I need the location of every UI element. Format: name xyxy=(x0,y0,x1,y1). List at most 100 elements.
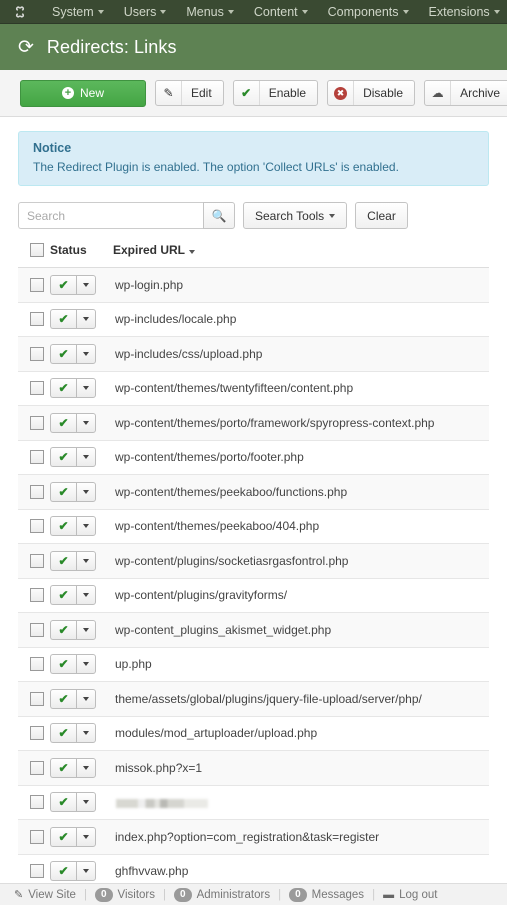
row-checkbox[interactable] xyxy=(30,657,44,672)
status-dropdown-button[interactable] xyxy=(76,654,96,675)
administrators-status[interactable]: 0 Administrators xyxy=(168,887,276,902)
messages-status[interactable]: 0 Messages xyxy=(283,887,370,902)
menu-item-components[interactable]: Components xyxy=(318,0,419,23)
chevron-down-icon xyxy=(83,386,89,391)
search-input[interactable] xyxy=(18,202,203,229)
status-dropdown-button[interactable] xyxy=(76,550,96,571)
status-enabled-button[interactable]: ✔ xyxy=(50,619,76,640)
row-expired-url-cell[interactable] xyxy=(113,785,489,820)
edit-button[interactable]: ✎ Edit xyxy=(155,80,224,106)
menu-item-users[interactable]: Users xyxy=(114,0,177,23)
menu-item-content[interactable]: Content xyxy=(244,0,318,23)
status-dropdown-button[interactable] xyxy=(76,585,96,606)
status-enabled-button[interactable]: ✔ xyxy=(50,343,76,364)
row-checkbox[interactable] xyxy=(30,553,44,568)
status-dropdown-button[interactable] xyxy=(76,757,96,778)
row-checkbox[interactable] xyxy=(30,519,44,534)
new-button[interactable]: + New xyxy=(20,79,146,107)
row-checkbox[interactable] xyxy=(30,795,44,810)
status-enabled-button[interactable]: ✔ xyxy=(50,757,76,778)
row-checkbox[interactable] xyxy=(30,484,44,499)
status-enabled-button[interactable]: ✔ xyxy=(50,378,76,399)
menu-item-extensions[interactable]: Extensions xyxy=(419,0,507,23)
row-expired-url-cell[interactable]: wp-login.php xyxy=(113,268,489,303)
status-dropdown-button[interactable] xyxy=(76,619,96,640)
select-all-checkbox[interactable] xyxy=(30,243,44,257)
expired-url-text: index.php?option=com_registration&task=r… xyxy=(115,829,380,844)
status-enabled-button[interactable]: ✔ xyxy=(50,550,76,571)
row-select-cell xyxy=(18,647,50,682)
status-dropdown-button[interactable] xyxy=(76,516,96,537)
row-expired-url-cell[interactable]: wp-content_plugins_akismet_widget.php xyxy=(113,613,489,648)
menu-item-system[interactable]: System xyxy=(42,0,114,23)
row-checkbox[interactable] xyxy=(30,726,44,741)
row-expired-url-cell[interactable]: index.php?option=com_registration&task=r… xyxy=(113,820,489,855)
row-expired-url-cell[interactable]: wp-content/themes/porto/framework/spyrop… xyxy=(113,406,489,441)
row-checkbox[interactable] xyxy=(30,312,44,327)
status-enabled-button[interactable]: ✔ xyxy=(50,309,76,330)
status-enabled-button[interactable]: ✔ xyxy=(50,481,76,502)
status-enabled-button[interactable]: ✔ xyxy=(50,723,76,744)
status-dropdown-button[interactable] xyxy=(76,481,96,502)
row-checkbox[interactable] xyxy=(30,760,44,775)
disable-button[interactable]: ✖ Disable xyxy=(327,80,416,106)
logout-link[interactable]: ▬ Log out xyxy=(377,889,443,901)
row-checkbox[interactable] xyxy=(30,415,44,430)
archive-button[interactable]: ☁ Archive xyxy=(424,80,507,106)
row-checkbox[interactable] xyxy=(30,691,44,706)
row-expired-url-cell[interactable]: wp-content/themes/peekaboo/functions.php xyxy=(113,475,489,510)
status-enabled-button[interactable]: ✔ xyxy=(50,516,76,537)
status-dropdown-button[interactable] xyxy=(76,343,96,364)
status-enabled-button[interactable]: ✔ xyxy=(50,274,76,295)
status-dropdown-button[interactable] xyxy=(76,447,96,468)
status-dropdown-button[interactable] xyxy=(76,378,96,399)
row-expired-url-cell[interactable]: wp-content/themes/twentyfifteen/content.… xyxy=(113,371,489,406)
status-enabled-button[interactable]: ✔ xyxy=(50,688,76,709)
search-tools-button[interactable]: Search Tools xyxy=(243,202,348,229)
row-expired-url-cell[interactable]: missok.php?x=1 xyxy=(113,751,489,786)
row-expired-url-cell[interactable]: theme/assets/global/plugins/jquery-file-… xyxy=(113,682,489,717)
status-enabled-button[interactable]: ✔ xyxy=(50,826,76,847)
status-dropdown-button[interactable] xyxy=(76,826,96,847)
row-checkbox[interactable] xyxy=(30,346,44,361)
status-enabled-button[interactable]: ✔ xyxy=(50,861,76,882)
status-dropdown-button[interactable] xyxy=(76,309,96,330)
menu-item-label: System xyxy=(52,4,94,19)
row-checkbox[interactable] xyxy=(30,450,44,465)
status-dropdown-button[interactable] xyxy=(76,274,96,295)
view-site-label: View Site xyxy=(28,888,76,901)
row-checkbox[interactable] xyxy=(30,829,44,844)
row-expired-url-cell[interactable]: wp-includes/css/upload.php xyxy=(113,337,489,372)
row-expired-url-cell[interactable]: wp-includes/locale.php xyxy=(113,302,489,337)
row-expired-url-cell[interactable]: wp-content/themes/porto/footer.php xyxy=(113,440,489,475)
row-expired-url-cell[interactable]: modules/mod_artuploader/upload.php xyxy=(113,716,489,751)
visitors-status[interactable]: 0 Visitors xyxy=(89,887,161,902)
menu-item-menus[interactable]: Menus xyxy=(176,0,244,23)
status-enabled-button[interactable]: ✔ xyxy=(50,412,76,433)
row-expired-url-cell[interactable]: up.php xyxy=(113,647,489,682)
enable-button[interactable]: ✔ Enable xyxy=(232,80,319,106)
row-checkbox[interactable] xyxy=(30,864,44,879)
status-dropdown-button[interactable] xyxy=(76,792,96,813)
row-checkbox[interactable] xyxy=(30,381,44,396)
status-dropdown-button[interactable] xyxy=(76,688,96,709)
row-checkbox[interactable] xyxy=(30,622,44,637)
row-checkbox[interactable] xyxy=(30,277,44,292)
expired-url-text: ghfhvvaw.php xyxy=(115,864,189,879)
search-button[interactable]: 🔍 xyxy=(203,202,235,229)
status-enabled-button[interactable]: ✔ xyxy=(50,792,76,813)
status-dropdown-button[interactable] xyxy=(76,723,96,744)
view-site-link[interactable]: ✎ View Site xyxy=(8,888,82,902)
sort-expired-url-link[interactable]: Expired URL xyxy=(113,243,196,257)
clear-button[interactable]: Clear xyxy=(355,202,408,229)
status-enabled-button[interactable]: ✔ xyxy=(50,585,76,606)
status-enabled-button[interactable]: ✔ xyxy=(50,654,76,675)
status-dropdown-button[interactable] xyxy=(76,861,96,882)
status-dropdown-button[interactable] xyxy=(76,412,96,433)
status-enabled-button[interactable]: ✔ xyxy=(50,447,76,468)
row-checkbox[interactable] xyxy=(30,588,44,603)
row-expired-url-cell[interactable]: wp-content/plugins/gravityforms/ xyxy=(113,578,489,613)
row-expired-url-cell[interactable]: wp-content/themes/peekaboo/404.php xyxy=(113,509,489,544)
joomla-logo[interactable] xyxy=(12,4,28,20)
row-expired-url-cell[interactable]: wp-content/plugins/socketiasrgasfontrol.… xyxy=(113,544,489,579)
